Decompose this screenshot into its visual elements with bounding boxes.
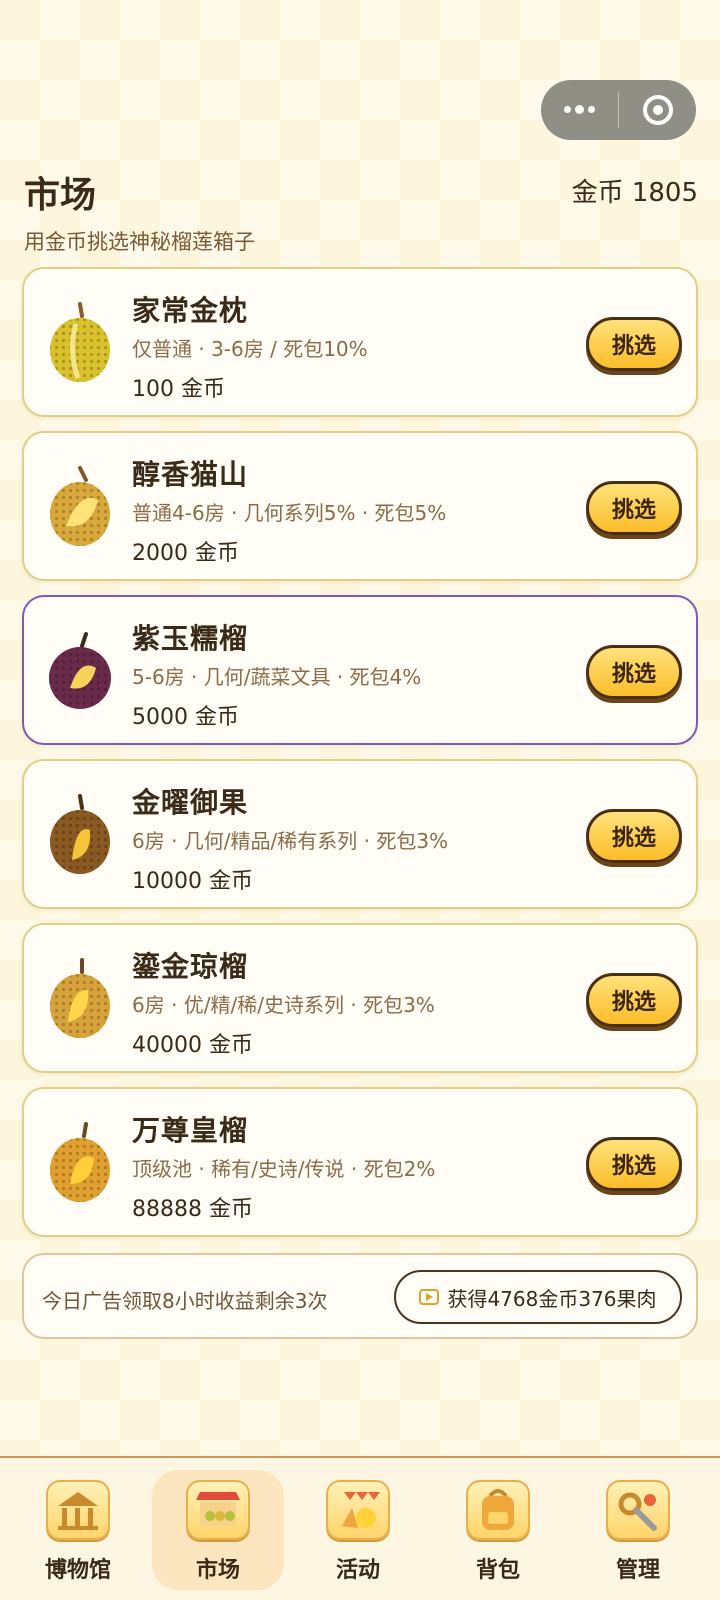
box-card: 金曜御果 6房 · 几何/精品/稀有系列 · 死包3% 10000 金币 挑选: [22, 759, 698, 909]
pick-button[interactable]: 挑选: [586, 1137, 682, 1191]
box-card: 家常金枕 仅普通 · 3-6房 / 死包10% 100 金币 挑选: [22, 267, 698, 417]
nav-item-activity[interactable]: 活动: [288, 1458, 428, 1600]
party-icon: [326, 1480, 390, 1540]
durian-icon: [50, 958, 110, 1038]
pick-button[interactable]: 挑选: [586, 809, 682, 863]
box-description: 仅普通 · 3-6房 / 死包10%: [132, 337, 368, 361]
tools-icon: [606, 1480, 670, 1540]
close-button[interactable]: [619, 80, 696, 140]
box-name: 家常金枕: [132, 294, 249, 327]
nav-item-museum[interactable]: 博物馆: [8, 1458, 148, 1600]
pick-button[interactable]: 挑选: [586, 481, 682, 535]
box-price: 5000 金币: [132, 705, 239, 730]
nav-item-manage[interactable]: 管理: [568, 1458, 708, 1600]
page-title: 市场: [24, 175, 97, 216]
box-description: 普通4-6房 · 几何系列5% · 死包5%: [132, 501, 447, 525]
pick-button[interactable]: 挑选: [586, 973, 682, 1027]
target-circle-icon: [642, 95, 673, 125]
nav-label: 背包: [475, 1558, 520, 1583]
box-price: 10000 金币: [132, 869, 253, 894]
nav-label: 博物馆: [44, 1558, 111, 1583]
nav-item-market[interactable]: 市场: [148, 1458, 288, 1600]
box-card: 紫玉糯榴 5-6房 · 几何/蔬菜文具 · 死包4% 5000 金币 挑选: [22, 595, 698, 745]
box-price: 88888 金币: [132, 1197, 253, 1222]
box-name: 金曜御果: [132, 786, 249, 819]
watch-ad-label: 获得4768金币376果肉: [447, 1286, 657, 1311]
more-dots-icon: [564, 105, 595, 114]
box-description: 5-6房 · 几何/蔬菜文具 · 死包4%: [132, 665, 422, 689]
bottom-nav: 博物馆 市场 活动 背包 管理: [0, 1456, 720, 1600]
box-card: 醇香猫山 普通4-6房 · 几何系列5% · 死包5% 2000 金币 挑选: [22, 431, 698, 581]
backpack-icon: [466, 1480, 530, 1540]
box-name: 醇香猫山: [132, 458, 249, 491]
nav-label: 管理: [615, 1558, 660, 1583]
box-name: 鎏金琼榴: [132, 950, 249, 983]
box-description: 顶级池 · 稀有/史诗/传说 · 死包2%: [132, 1157, 436, 1181]
durian-icon: [49, 632, 111, 709]
pick-button[interactable]: 挑选: [586, 317, 682, 371]
box-name: 紫玉糯榴: [132, 622, 249, 655]
box-card: 万尊皇榴 顶级池 · 稀有/史诗/传说 · 死包2% 88888 金币 挑选: [22, 1087, 698, 1237]
box-card: 鎏金琼榴 6房 · 优/精/稀/史诗系列 · 死包3% 40000 金币 挑选: [22, 923, 698, 1073]
box-description: 6房 · 几何/精品/稀有系列 · 死包3%: [132, 829, 449, 853]
box-list: 家常金枕 仅普通 · 3-6房 / 死包10% 100 金币 挑选 醇香猫山 普…: [22, 267, 698, 1251]
nav-label: 市场: [195, 1558, 240, 1583]
durian-icon: [50, 794, 110, 874]
museum-icon: [46, 1480, 110, 1540]
pick-button[interactable]: 挑选: [586, 645, 682, 699]
box-price: 100 金币: [132, 377, 225, 402]
box-price: 40000 金币: [132, 1033, 253, 1058]
ad-remaining-text: 今日广告领取8小时收益剩余3次: [42, 1289, 328, 1313]
more-button[interactable]: [541, 80, 618, 140]
nav-label: 活动: [335, 1558, 380, 1583]
market-stall-icon: [186, 1480, 250, 1540]
durian-icon: [50, 1122, 110, 1202]
coin-balance: 金币 1805: [571, 178, 698, 208]
durian-icon: [50, 302, 110, 382]
watch-ad-button[interactable]: 获得4768金币376果肉: [394, 1270, 682, 1324]
page-subtitle: 用金币挑选神秘榴莲箱子: [24, 230, 255, 254]
nav-item-backpack[interactable]: 背包: [428, 1458, 568, 1600]
durian-icon: [50, 466, 110, 546]
box-description: 6房 · 优/精/稀/史诗系列 · 死包3%: [132, 993, 435, 1017]
box-price: 2000 金币: [132, 541, 239, 566]
video-play-icon: [419, 1289, 440, 1305]
ad-reward-bar: 今日广告领取8小时收益剩余3次 获得4768金币376果肉: [22, 1253, 698, 1339]
box-name: 万尊皇榴: [132, 1114, 249, 1147]
mini-program-capsule: [541, 80, 696, 140]
